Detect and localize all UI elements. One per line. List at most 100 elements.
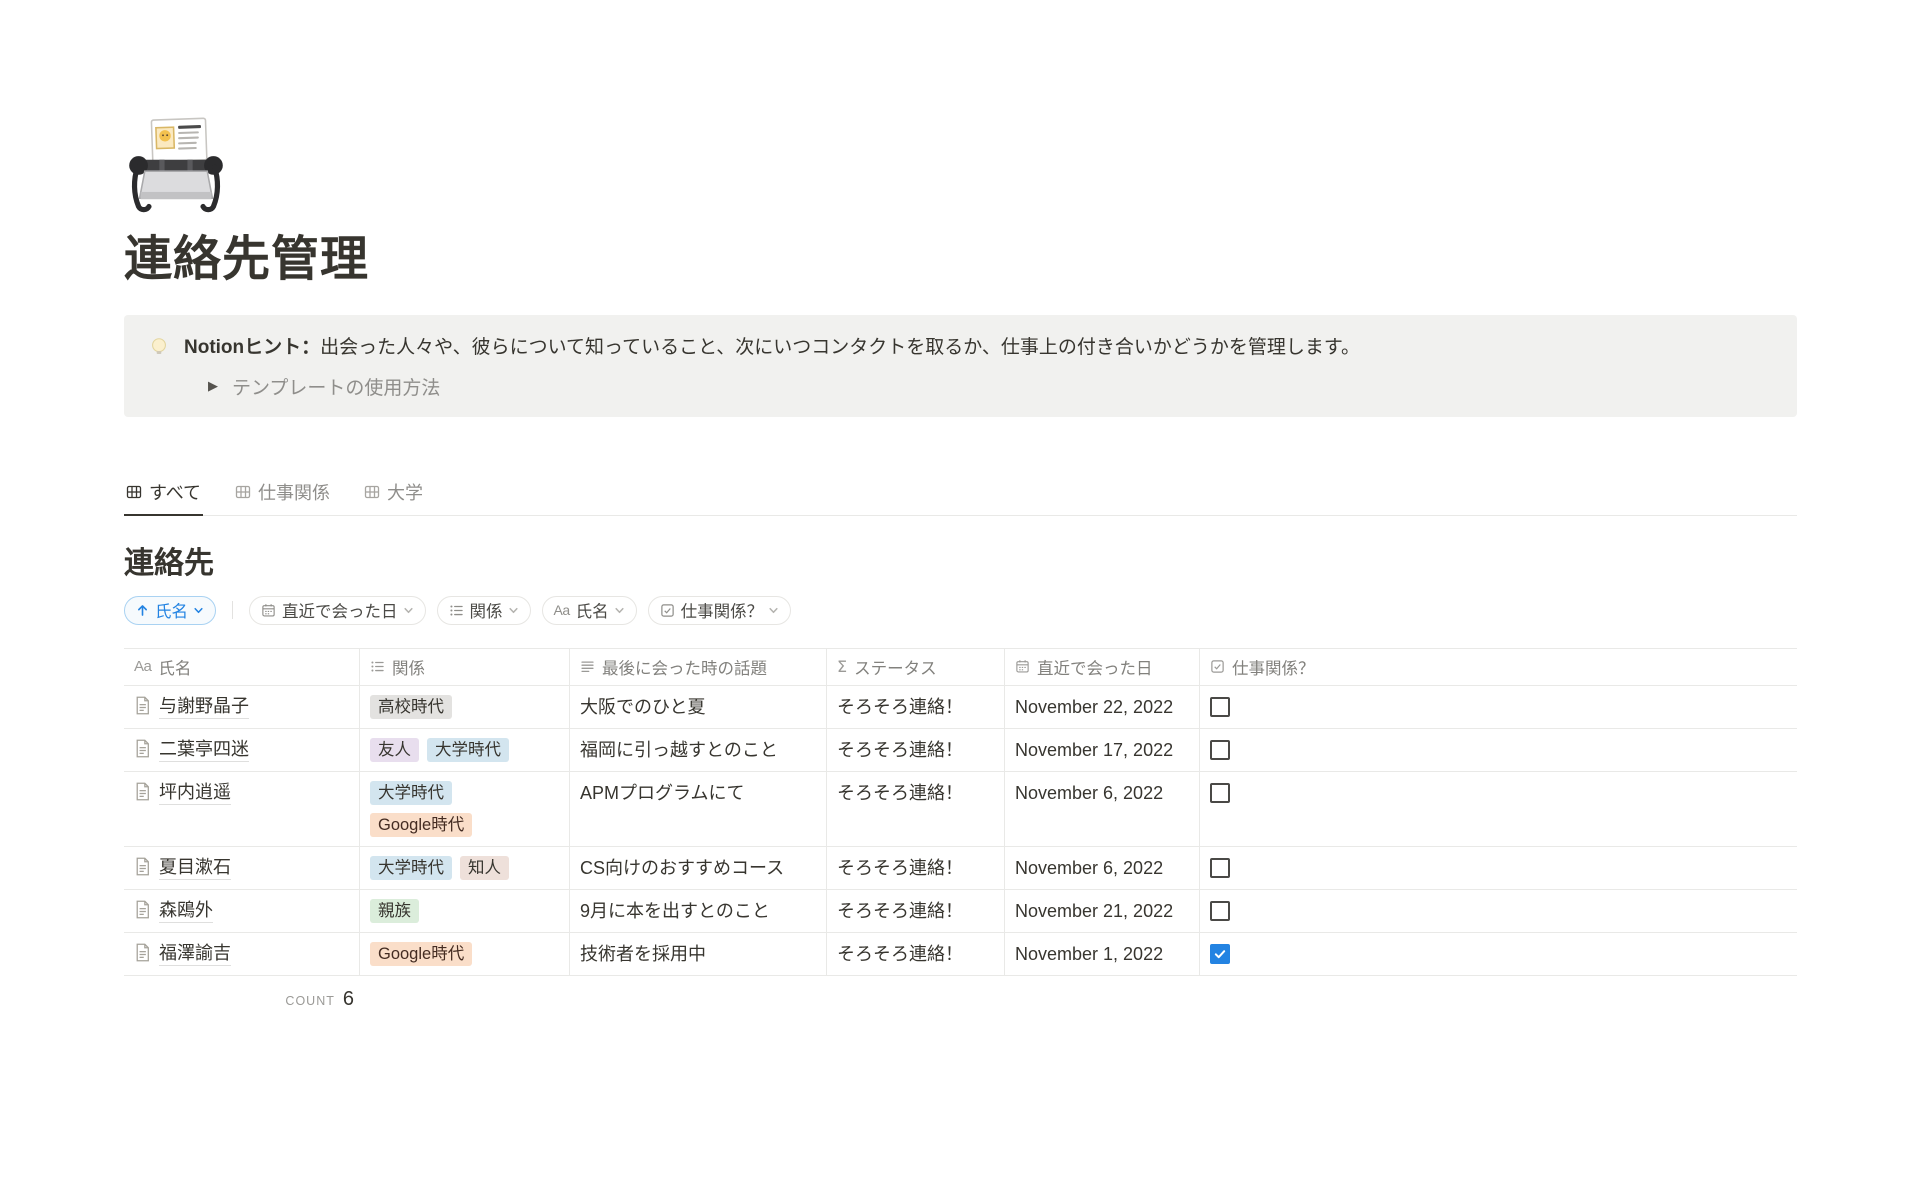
hint-label: Notionヒント： <box>184 337 320 358</box>
date-cell[interactable]: November 6, 2022 <box>1005 847 1200 889</box>
work-cell <box>1200 890 1797 932</box>
tag-list: 高校時代 <box>370 695 452 719</box>
aa-icon: Aa <box>554 602 570 618</box>
view-tab-仕事関係[interactable]: 仕事関係 <box>233 477 332 516</box>
filter-chips: 直近で会った日 関係 Aa 氏名 仕事関係？ <box>249 596 791 625</box>
work-checkbox[interactable] <box>1210 901 1230 921</box>
status-cell[interactable]: そろそろ連絡！ <box>827 933 1005 975</box>
date-text: November 21, 2022 <box>1015 899 1173 923</box>
relation-cell[interactable]: 親族 <box>360 890 570 932</box>
work-cell <box>1200 686 1797 728</box>
status-text: そろそろ連絡！ <box>837 695 963 719</box>
toolbar-divider <box>232 601 233 619</box>
status-text: そろそろ連絡！ <box>837 738 963 762</box>
status-cell[interactable]: そろそろ連絡！ <box>827 686 1005 728</box>
topic-text: 技術者を採用中 <box>580 942 706 966</box>
filter-chip-label: 氏名 <box>576 598 609 622</box>
filter-chip[interactable]: Aa 氏名 <box>542 596 637 625</box>
work-checkbox[interactable] <box>1210 783 1230 803</box>
table-row[interactable]: 二葉亭四迷 友人大学時代 福岡に引っ越すとのこと そろそろ連絡！ Novembe… <box>124 729 1797 772</box>
status-cell[interactable]: そろそろ連絡！ <box>827 847 1005 889</box>
tag-list: 友人大学時代 <box>370 738 509 762</box>
contact-name: 森鴎外 <box>159 899 213 923</box>
tag-list: Google時代 <box>370 942 472 966</box>
card-index-icon[interactable] <box>124 115 228 219</box>
date-cell[interactable]: November 6, 2022 <box>1005 772 1200 846</box>
table-row[interactable]: 夏目漱石 大学時代知人 CS向けのおすすめコース そろそろ連絡！ Novembe… <box>124 847 1797 890</box>
topic-cell[interactable]: 大阪でのひと夏 <box>570 686 827 728</box>
name-cell[interactable]: 二葉亭四迷 <box>124 729 360 771</box>
topic-text: 9月に本を出すとのこと <box>580 899 770 923</box>
topic-cell[interactable]: 福岡に引っ越すとのこと <box>570 729 827 771</box>
column-header[interactable]: 直近で会った日 <box>1005 649 1200 685</box>
status-cell[interactable]: そろそろ連絡！ <box>827 729 1005 771</box>
contact-name: 二葉亭四迷 <box>159 738 249 762</box>
topic-cell[interactable]: 9月に本を出すとのこと <box>570 890 827 932</box>
status-cell[interactable]: そろそろ連絡！ <box>827 890 1005 932</box>
work-checkbox[interactable] <box>1210 944 1230 964</box>
view-tab-大学[interactable]: 大学 <box>362 477 425 516</box>
work-checkbox[interactable] <box>1210 740 1230 760</box>
column-header-label: 最後に会った時の話題 <box>602 655 767 679</box>
filter-chip[interactable]: 関係 <box>437 596 531 625</box>
table-row[interactable]: 坪内逍遥 大学時代Google時代 APMプログラムにて そろそろ連絡！ Nov… <box>124 772 1797 847</box>
date-cell[interactable]: November 17, 2022 <box>1005 729 1200 771</box>
lightbulb-icon <box>148 336 170 358</box>
topic-cell[interactable]: APMプログラムにて <box>570 772 827 846</box>
relation-tag: 大学時代 <box>370 856 452 880</box>
work-checkbox[interactable] <box>1210 858 1230 878</box>
status-text: そろそろ連絡！ <box>837 781 963 805</box>
sort-chip[interactable]: 氏名 <box>124 596 216 625</box>
date-cell[interactable]: November 1, 2022 <box>1005 933 1200 975</box>
date-cell[interactable]: November 22, 2022 <box>1005 686 1200 728</box>
hint-callout: Notionヒント：出会った人々や、彼らについて知っていること、次にいつコンタク… <box>124 315 1797 417</box>
column-header[interactable]: Aa 氏名 <box>124 649 360 685</box>
relation-tag: 友人 <box>370 738 419 762</box>
chevron-down-icon <box>193 605 204 616</box>
view-tab-すべて[interactable]: すべて <box>124 477 203 516</box>
name-cell[interactable]: 与謝野晶子 <box>124 686 360 728</box>
date-text: November 6, 2022 <box>1015 781 1163 805</box>
notion-page: 連絡先管理 Notionヒント：出会った人々や、彼らについて知っていること、次に… <box>0 0 1920 1011</box>
name-cell[interactable]: 森鴎外 <box>124 890 360 932</box>
work-checkbox[interactable] <box>1210 697 1230 717</box>
filter-chip[interactable]: 直近で会った日 <box>249 596 426 625</box>
table-header-row: Aa 氏名 関係 最後に会った時の話題 Σ ステータス 直近で会った日 仕事関係… <box>124 648 1797 686</box>
name-cell[interactable]: 夏目漱石 <box>124 847 360 889</box>
filter-chip[interactable]: 仕事関係？ <box>648 596 792 625</box>
page-title: 連絡先管理 <box>124 231 1797 289</box>
topic-cell[interactable]: CS向けのおすすめコース <box>570 847 827 889</box>
table-footer: COUNT 6 <box>124 976 1797 1011</box>
topic-text: CS向けのおすすめコース <box>580 856 784 880</box>
column-header[interactable]: 仕事関係？ <box>1200 649 1797 685</box>
relation-cell[interactable]: 大学時代Google時代 <box>360 772 570 846</box>
column-header[interactable]: 最後に会った時の話題 <box>570 649 827 685</box>
name-cell[interactable]: 坪内逍遥 <box>124 772 360 846</box>
table-row[interactable]: 与謝野晶子 高校時代 大阪でのひと夏 そろそろ連絡！ November 22, … <box>124 686 1797 729</box>
status-text: そろそろ連絡！ <box>837 899 963 923</box>
count-cell[interactable]: COUNT 6 <box>124 976 360 1011</box>
text-icon <box>580 659 595 674</box>
relation-cell[interactable]: 高校時代 <box>360 686 570 728</box>
date-cell[interactable]: November 21, 2022 <box>1005 890 1200 932</box>
table-row[interactable]: 福澤諭吉 Google時代 技術者を採用中 そろそろ連絡！ November 1… <box>124 933 1797 976</box>
toggle-label: テンプレートの使用方法 <box>232 373 440 400</box>
date-text: November 22, 2022 <box>1015 695 1173 719</box>
relation-cell[interactable]: 大学時代知人 <box>360 847 570 889</box>
sigma-icon: Σ <box>837 657 847 676</box>
column-header[interactable]: 関係 <box>360 649 570 685</box>
template-usage-toggle[interactable]: ▶ テンプレートの使用方法 <box>208 373 1773 400</box>
table-row[interactable]: 森鴎外 親族 9月に本を出すとのこと そろそろ連絡！ November 21, … <box>124 890 1797 933</box>
relation-cell[interactable]: Google時代 <box>360 933 570 975</box>
topic-cell[interactable]: 技術者を採用中 <box>570 933 827 975</box>
relation-cell[interactable]: 友人大学時代 <box>360 729 570 771</box>
column-header-label: 直近で会った日 <box>1037 655 1153 679</box>
topic-text: APMプログラムにて <box>580 781 744 805</box>
name-cell[interactable]: 福澤諭吉 <box>124 933 360 975</box>
column-header[interactable]: Σ ステータス <box>827 649 1005 685</box>
table-icon <box>235 484 251 500</box>
relation-tag: 親族 <box>370 899 419 923</box>
status-cell[interactable]: そろそろ連絡！ <box>827 772 1005 846</box>
table-icon <box>364 484 380 500</box>
arrow-up-icon <box>136 604 149 617</box>
